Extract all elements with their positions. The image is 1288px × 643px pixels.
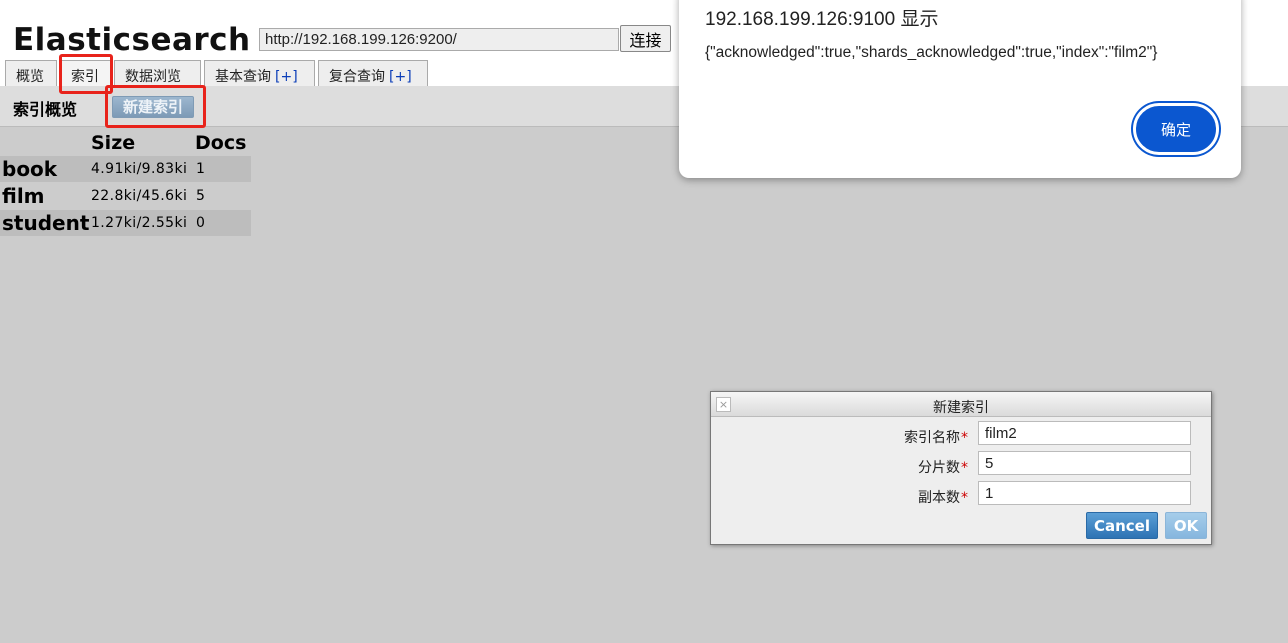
- alert-ok-button[interactable]: 确定: [1133, 103, 1219, 155]
- new-index-button[interactable]: 新建索引: [112, 96, 194, 118]
- new-index-dialog: 新建索引 × 索引名称* 分片数* 副本数* Cancel OK: [710, 391, 1212, 545]
- replicas-label-text: 副本数: [918, 490, 960, 506]
- index-name[interactable]: student: [2, 211, 89, 235]
- shards-label-text: 分片数: [918, 460, 960, 476]
- tab-indices-label: 索引: [71, 69, 99, 85]
- index-size: 1.27ki/2.55ki: [91, 215, 188, 231]
- tab-overview[interactable]: 概览: [5, 60, 57, 86]
- cluster-url-input[interactable]: [259, 28, 619, 51]
- tab-browser[interactable]: 数据浏览: [114, 60, 201, 86]
- index-size: 4.91ki/9.83ki: [91, 161, 188, 177]
- tab-compound-query[interactable]: 复合查询 [+]: [318, 60, 428, 86]
- indices-overview-title: 索引概览: [13, 100, 78, 119]
- close-icon[interactable]: ×: [716, 397, 731, 412]
- tab-basic-query[interactable]: 基本查询 [+]: [204, 60, 315, 86]
- alert-title: 192.168.199.126:9100 显示: [705, 9, 939, 30]
- required-mark: *: [961, 460, 968, 476]
- shards-label: 分片数*: [918, 457, 968, 477]
- table-row: student 1.27ki/2.55ki 0: [0, 210, 251, 236]
- column-header-size: Size: [91, 132, 136, 154]
- tab-basic-query-label: 基本查询: [215, 69, 271, 85]
- index-name-label: 索引名称*: [904, 427, 968, 447]
- replicas-label: 副本数*: [918, 487, 968, 507]
- browser-alert-dialog: 192.168.199.126:9100 显示 {"acknowledged":…: [679, 0, 1241, 178]
- connect-button[interactable]: 连接: [620, 25, 671, 52]
- table-row: book 4.91ki/9.83ki 1: [0, 156, 251, 182]
- index-name[interactable]: film: [2, 184, 45, 208]
- index-docs: 1: [196, 161, 205, 177]
- cancel-button[interactable]: Cancel: [1086, 512, 1158, 539]
- alert-message: {"acknowledged":true,"shards_acknowledge…: [705, 44, 1158, 61]
- column-header-docs: Docs: [195, 132, 247, 154]
- tab-overview-label: 概览: [16, 69, 44, 85]
- index-size: 22.8ki/45.6ki: [91, 188, 188, 204]
- shards-input[interactable]: [978, 451, 1191, 475]
- app-title: Elasticsearch: [13, 22, 251, 58]
- index-docs: 0: [196, 215, 205, 231]
- index-name-input[interactable]: [978, 421, 1191, 445]
- index-name-label-text: 索引名称: [904, 430, 960, 446]
- tab-basic-query-plus[interactable]: [+]: [275, 69, 298, 85]
- ok-button[interactable]: OK: [1165, 512, 1207, 539]
- dialog-titlebar: 新建索引 ×: [711, 392, 1211, 417]
- index-name[interactable]: book: [2, 157, 57, 181]
- dialog-title: 新建索引: [933, 400, 989, 416]
- tab-compound-query-plus[interactable]: [+]: [389, 69, 412, 85]
- tab-browser-label: 数据浏览: [125, 69, 181, 85]
- required-mark: *: [961, 430, 968, 446]
- table-row: film 22.8ki/45.6ki 5: [0, 183, 251, 209]
- tab-compound-query-label: 复合查询: [329, 69, 385, 85]
- tab-indices[interactable]: 索引: [60, 60, 111, 86]
- replicas-input[interactable]: [978, 481, 1191, 505]
- index-docs: 5: [196, 188, 205, 204]
- required-mark: *: [961, 490, 968, 506]
